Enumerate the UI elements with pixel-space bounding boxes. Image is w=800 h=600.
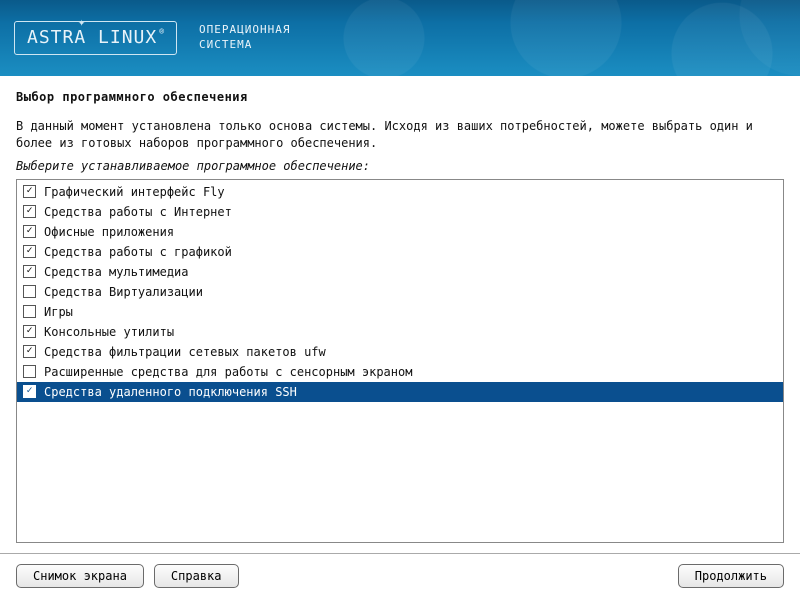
checkbox[interactable] <box>23 345 36 358</box>
footer-bar: Снимок экрана Справка Продолжить <box>0 553 800 600</box>
main-panel: Выбор программного обеспечения В данный … <box>0 76 800 553</box>
software-item-label: Расширенные средства для работы с сенсор… <box>44 365 412 379</box>
help-button[interactable]: Справка <box>154 564 239 588</box>
page-title: Выбор программного обеспечения <box>16 90 784 104</box>
checkbox[interactable] <box>23 205 36 218</box>
software-item[interactable]: Средства фильтрации сетевых пакетов ufw <box>17 342 783 362</box>
software-item[interactable]: Консольные утилиты <box>17 322 783 342</box>
software-item-label: Консольные утилиты <box>44 325 174 339</box>
software-item[interactable]: Расширенные средства для работы с сенсор… <box>17 362 783 382</box>
software-list[interactable]: Графический интерфейс Fly Средства работы… <box>16 179 784 543</box>
logo: ✦ ASTRA LINUX® <box>14 21 177 55</box>
logo-text: ASTRA LINUX <box>27 27 157 48</box>
checkbox[interactable] <box>23 245 36 258</box>
registered-icon: ® <box>159 27 164 36</box>
software-item[interactable]: Средства работы с графикой <box>17 242 783 262</box>
software-item[interactable]: Графический интерфейс Fly <box>17 182 783 202</box>
software-item-label: Средства работы с графикой <box>44 245 232 259</box>
checkbox[interactable] <box>23 185 36 198</box>
software-item-label: Средства фильтрации сетевых пакетов ufw <box>44 345 326 359</box>
header-subtitle-line1: ОПЕРАЦИОННАЯ <box>199 23 290 38</box>
checkbox[interactable] <box>23 285 36 298</box>
description: В данный момент установлена только основ… <box>16 118 784 153</box>
checkbox[interactable] <box>23 385 36 398</box>
software-item-label: Графический интерфейс Fly <box>44 185 225 199</box>
software-item[interactable]: Средства удаленного подключения SSH <box>17 382 783 402</box>
software-item-label: Средства мультимедиа <box>44 265 189 279</box>
checkbox[interactable] <box>23 325 36 338</box>
header-subtitle-line2: СИСТЕМА <box>199 38 290 53</box>
star-icon: ✦ <box>78 15 85 29</box>
software-item[interactable]: Средства мультимедиа <box>17 262 783 282</box>
checkbox[interactable] <box>23 225 36 238</box>
software-item[interactable]: Средства Виртуализации <box>17 282 783 302</box>
software-item-label: Средства работы с Интернет <box>44 205 232 219</box>
software-item-label: Средства удаленного подключения SSH <box>44 385 297 399</box>
header-subtitle: ОПЕРАЦИОННАЯ СИСТЕМА <box>199 23 290 53</box>
header-pattern <box>280 0 800 76</box>
software-item[interactable]: Средства работы с Интернет <box>17 202 783 222</box>
software-item-label: Офисные приложения <box>44 225 174 239</box>
prompt: Выберите устанавливаемое программное обе… <box>16 159 784 173</box>
header-banner: ✦ ASTRA LINUX® ОПЕРАЦИОННАЯ СИСТЕМА <box>0 0 800 76</box>
software-item-label: Средства Виртуализации <box>44 285 203 299</box>
checkbox[interactable] <box>23 305 36 318</box>
software-item[interactable]: Игры <box>17 302 783 322</box>
checkbox[interactable] <box>23 265 36 278</box>
screenshot-button[interactable]: Снимок экрана <box>16 564 144 588</box>
checkbox[interactable] <box>23 365 36 378</box>
continue-button[interactable]: Продолжить <box>678 564 784 588</box>
software-item-label: Игры <box>44 305 73 319</box>
software-item[interactable]: Офисные приложения <box>17 222 783 242</box>
